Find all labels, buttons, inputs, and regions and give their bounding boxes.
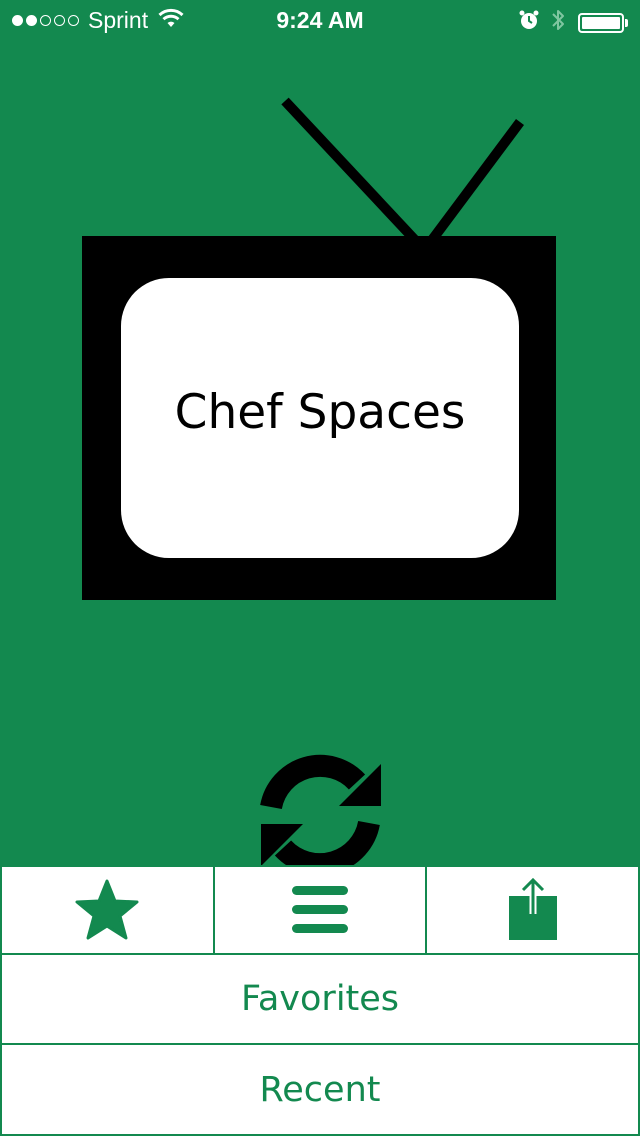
favorites-label: Favorites (240, 979, 400, 1019)
share-button[interactable] (425, 867, 640, 953)
favorite-button[interactable] (0, 867, 213, 953)
toolbar (0, 865, 640, 955)
tv-antenna-right (427, 119, 525, 243)
bottom-panel: Favorites Recent (0, 865, 640, 1136)
menu-button[interactable] (212, 867, 426, 953)
share-icon (508, 878, 557, 940)
tv-antenna-left (281, 97, 419, 244)
star-icon (75, 879, 139, 940)
refresh-icon (260, 754, 381, 876)
recent-label: Recent (259, 1069, 381, 1110)
app-title: Chef Spaces (174, 385, 466, 440)
recent-item[interactable]: Recent (0, 1045, 640, 1136)
favorites-item[interactable]: Favorites (0, 955, 640, 1045)
menu-icon (292, 886, 348, 933)
refresh-button[interactable] (257, 752, 383, 878)
tv-logo-graphic (82, 97, 556, 600)
